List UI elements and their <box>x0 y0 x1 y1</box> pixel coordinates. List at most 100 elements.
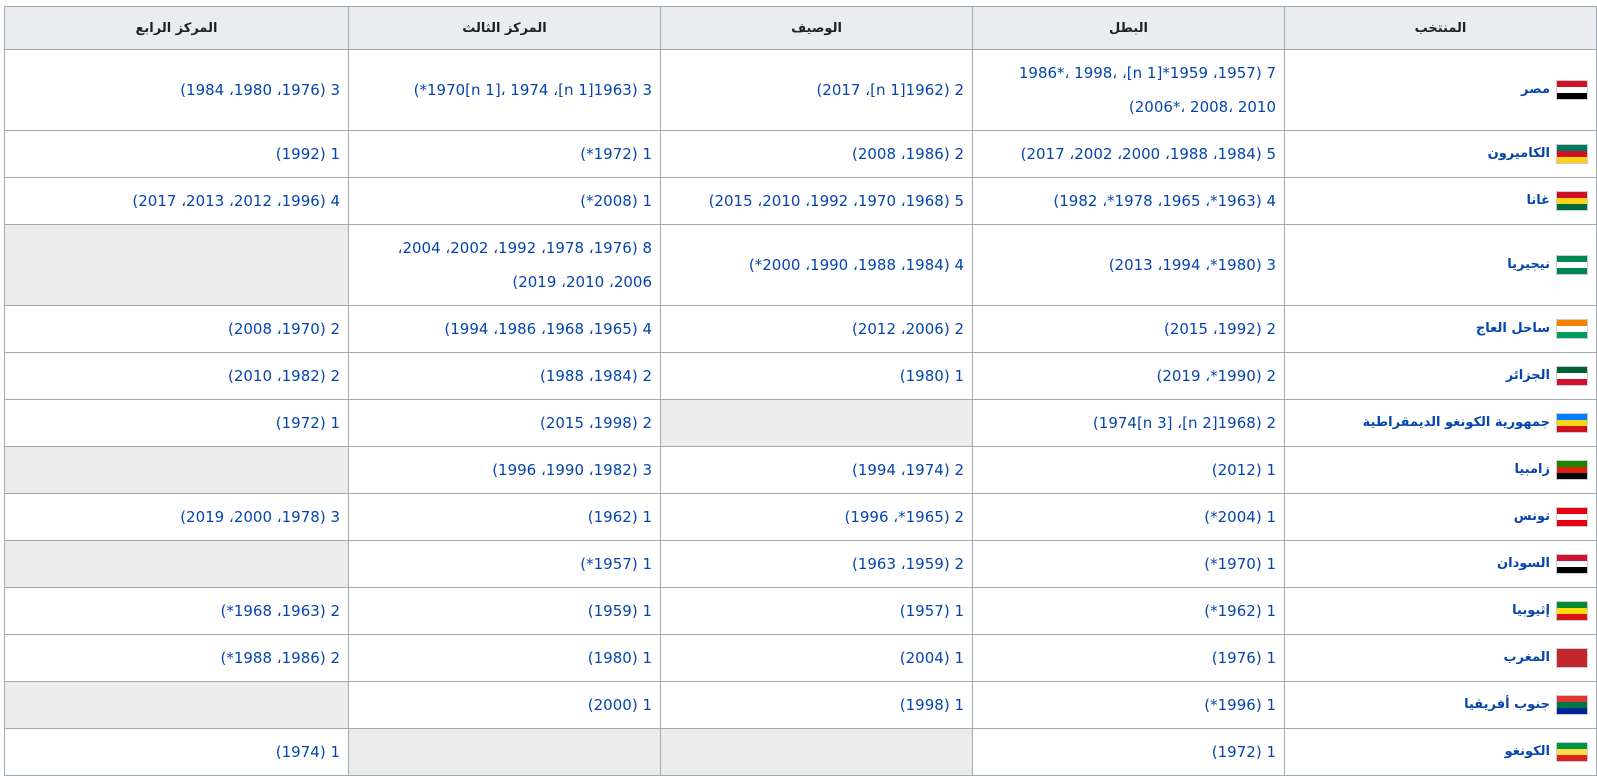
winner-years[interactable]: 1 (2012) <box>1212 461 1276 479</box>
winner-cell: 1 (1996*) <box>972 681 1285 729</box>
runner-years[interactable]: 2 (1986، 2008) <box>852 145 964 163</box>
runner-years[interactable]: 2 (1959، 1963) <box>852 555 964 573</box>
third-years[interactable]: 1 (1972*) <box>580 145 652 163</box>
team-link[interactable]: نيجيريا <box>1507 257 1550 272</box>
third-years[interactable]: 1 (2008*) <box>580 192 652 210</box>
table-row: جنوب أفريقيا 1 (1996*) 1 (1998) 1 (2000) <box>4 681 1597 729</box>
fourth-years[interactable]: 2 (1986، 1988*) <box>220 649 340 667</box>
winner-years[interactable]: 1 (2004*) <box>1204 508 1276 526</box>
winner-years[interactable]: 5 (1984، 1988، 2000، 2002، 2017) <box>1021 145 1276 163</box>
runner-years[interactable]: 2 (1974، 1994) <box>852 461 964 479</box>
third-cell: 2 (1984، 1988) <box>348 352 661 400</box>
winner-years[interactable]: 1 (1962*) <box>1204 602 1276 620</box>
fourth-years[interactable]: 2 (1963، 1968*) <box>220 602 340 620</box>
runner-years[interactable]: 2 (2006، 2012) <box>852 320 964 338</box>
flag-icon <box>1556 143 1588 164</box>
team-link[interactable]: تونس <box>1514 509 1550 524</box>
winner-years[interactable]: 7 (1957، 1959*[n 1]، 1986*، 1998، 2006*،… <box>1019 64 1276 116</box>
team-link[interactable]: السودان <box>1497 556 1550 571</box>
team-link[interactable]: إثيوبيا <box>1512 603 1550 618</box>
winner-cell: 2 (1992، 2015) <box>972 305 1285 353</box>
winner-years[interactable]: 4 (1963*، 1965، 1978*، 1982) <box>1053 192 1276 210</box>
team-link[interactable]: مصر <box>1521 82 1550 97</box>
fourth-cell: 2 (1963، 1968*) <box>4 587 349 635</box>
team-cell: ساحل العاج <box>1284 305 1597 353</box>
third-cell: 1 (2008*) <box>348 177 661 225</box>
runner-years[interactable]: 2 (1962[n 1]، 2017) <box>816 81 964 99</box>
fourth-years[interactable]: 1 (1992) <box>276 145 340 163</box>
third-years[interactable]: 1 (2000) <box>588 696 652 714</box>
team-link[interactable]: جمهورية الكونغو الديمقراطية <box>1363 415 1550 430</box>
header-fourth: المركز الرابع <box>4 6 349 50</box>
third-cell: 4 (1965، 1968، 1986، 1994) <box>348 305 661 353</box>
third-years[interactable]: 1 (1962) <box>588 508 652 526</box>
winner-years[interactable]: 2 (1992، 2015) <box>1164 320 1276 338</box>
fourth-years[interactable]: 3 (1978، 2000، 2019) <box>180 508 340 526</box>
runner-cell <box>660 399 973 447</box>
fourth-cell: 3 (1976، 1980، 1984) <box>4 49 349 131</box>
runner-years[interactable]: 2 (1965*، 1996) <box>844 508 964 526</box>
team-link[interactable]: المغرب <box>1503 650 1550 665</box>
table-row: جمهورية الكونغو الديمقراطية 2 (1968[n 2]،… <box>4 399 1597 447</box>
winner-years[interactable]: 2 (1990*، 2019) <box>1156 367 1276 385</box>
third-years[interactable]: 4 (1965، 1968، 1986، 1994) <box>444 320 652 338</box>
runner-cell: 1 (2004) <box>660 634 973 682</box>
team-cell: السودان <box>1284 540 1597 588</box>
runner-years[interactable]: 1 (1980) <box>900 367 964 385</box>
runner-years[interactable]: 1 (1957) <box>900 602 964 620</box>
runner-years[interactable]: 5 (1968، 1970، 1992، 2010، 2015) <box>709 192 964 210</box>
fourth-years[interactable]: 4 (1996، 2012، 2013، 2017) <box>132 192 340 210</box>
flag-icon <box>1556 318 1588 339</box>
third-years[interactable]: 8 (1976، 1978، 1992، 2002، 2004، 2006، 2… <box>398 239 652 291</box>
fourth-years[interactable]: 1 (1972) <box>276 414 340 432</box>
table-row: الجزائر 2 (1990*، 2019) 1 (1980) 2 (1984، 1… <box>4 352 1597 400</box>
winner-years[interactable]: 2 (1968[n 2]، 1974[n 3]) <box>1093 414 1276 432</box>
fourth-years[interactable]: 3 (1976، 1980، 1984) <box>180 81 340 99</box>
team-link[interactable]: ساحل العاج <box>1476 321 1550 336</box>
team-link[interactable]: جنوب أفريقيا <box>1464 697 1550 712</box>
third-years[interactable]: 3 (1982، 1990، 1996) <box>492 461 652 479</box>
team-link[interactable]: غانا <box>1526 193 1550 208</box>
table-row: الكونغو 1 (1972) 1 (1974) <box>4 728 1597 776</box>
runner-years[interactable]: 1 (2004) <box>900 649 964 667</box>
team-link[interactable]: الجزائر <box>1506 368 1550 383</box>
flag-icon <box>1556 647 1588 668</box>
third-cell: 1 (1980) <box>348 634 661 682</box>
third-years[interactable]: 1 (1957*) <box>580 555 652 573</box>
third-cell: 2 (1998، 2015) <box>348 399 661 447</box>
flag-icon <box>1556 600 1588 621</box>
winner-cell: 1 (2004*) <box>972 493 1285 541</box>
winner-years[interactable]: 1 (1976) <box>1212 649 1276 667</box>
runner-years[interactable]: 4 (1984، 1988، 1990، 2000*) <box>749 256 964 274</box>
winner-cell: 1 (2012) <box>972 446 1285 494</box>
runner-cell: 2 (1986، 2008) <box>660 130 973 178</box>
runner-years[interactable]: 1 (1998) <box>900 696 964 714</box>
fourth-years[interactable]: 1 (1974) <box>276 743 340 761</box>
third-years[interactable]: 1 (1959) <box>588 602 652 620</box>
team-cell: مصر <box>1284 49 1597 131</box>
winner-cell: 1 (1970*) <box>972 540 1285 588</box>
third-years[interactable]: 3 (1963[n 1]، 1970[n 1]، 1974*) <box>414 81 652 99</box>
team-link[interactable]: الكونغو <box>1505 744 1550 759</box>
third-cell: 1 (1962) <box>348 493 661 541</box>
third-years[interactable]: 2 (1984، 1988) <box>540 367 652 385</box>
third-years[interactable]: 2 (1998، 2015) <box>540 414 652 432</box>
fourth-cell <box>4 681 349 729</box>
third-years[interactable]: 1 (1980) <box>588 649 652 667</box>
winner-years[interactable]: 3 (1980*، 1994، 2013) <box>1109 256 1276 274</box>
winner-years[interactable]: 1 (1996*) <box>1204 696 1276 714</box>
team-cell: الكونغو <box>1284 728 1597 776</box>
fourth-cell: 1 (1992) <box>4 130 349 178</box>
fourth-years[interactable]: 2 (1970، 2008) <box>228 320 340 338</box>
fourth-years[interactable]: 2 (1982، 2010) <box>228 367 340 385</box>
winner-years[interactable]: 1 (1970*) <box>1204 555 1276 573</box>
flag-icon <box>1556 190 1588 211</box>
runner-cell: 1 (1957) <box>660 587 973 635</box>
table-body: مصر 7 (1957، 1959*[n 1]، 1986*، 1998، 200… <box>4 49 1597 776</box>
team-link[interactable]: الكاميرون <box>1488 146 1550 161</box>
flag-icon <box>1556 506 1588 527</box>
third-cell: 1 (1957*) <box>348 540 661 588</box>
team-link[interactable]: زامبيا <box>1515 462 1550 477</box>
winner-years[interactable]: 1 (1972) <box>1212 743 1276 761</box>
third-cell <box>348 728 661 776</box>
